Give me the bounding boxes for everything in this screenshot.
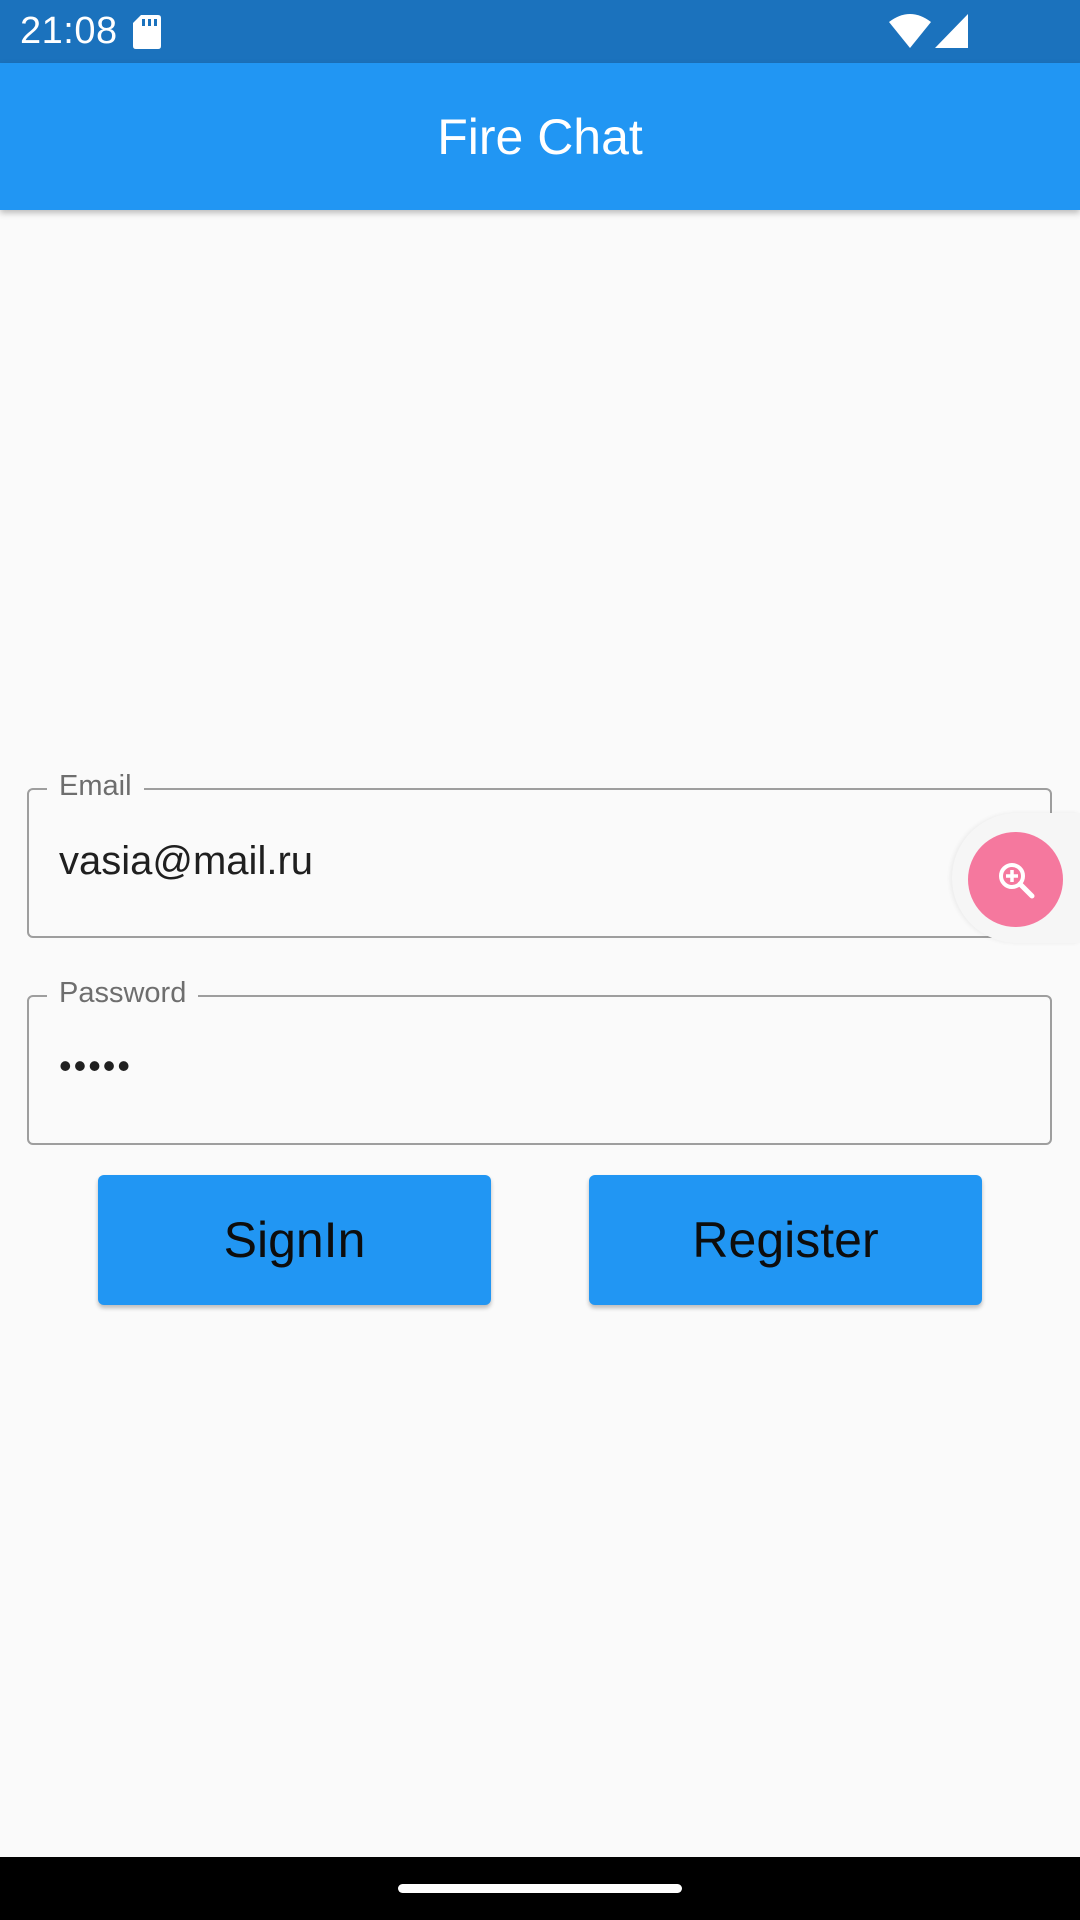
status-bar: 21:08 [0, 0, 1080, 63]
email-field[interactable]: Email [27, 766, 1052, 938]
email-input[interactable] [59, 836, 959, 886]
password-field[interactable]: Password ••••• [27, 973, 1052, 1145]
zoom-in-icon [999, 863, 1035, 899]
home-gesture-handle[interactable] [398, 1884, 682, 1893]
sd-card-icon [133, 15, 161, 49]
wifi-icon [889, 14, 931, 48]
app-title: Fire Chat [437, 109, 643, 165]
password-input[interactable]: ••••• [59, 1041, 959, 1091]
navigation-bar [0, 1857, 1080, 1920]
app-bar: Fire Chat [0, 63, 1080, 210]
zoom-button[interactable] [968, 832, 1063, 927]
password-label: Password [47, 973, 199, 1013]
register-button[interactable]: Register [589, 1175, 982, 1305]
signin-button[interactable]: SignIn [98, 1175, 491, 1305]
status-time: 21:08 [20, 10, 118, 52]
email-label: Email [47, 766, 144, 806]
cell-signal-icon [935, 14, 968, 48]
